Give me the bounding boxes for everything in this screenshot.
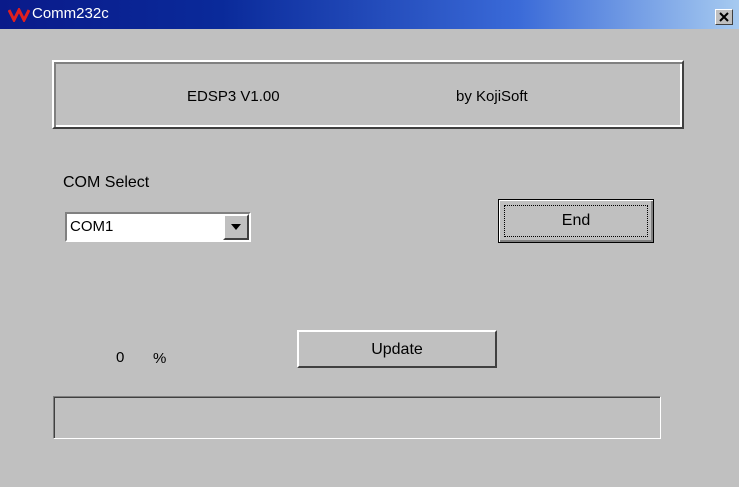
end-button[interactable]: End xyxy=(498,199,654,243)
end-button-label: End xyxy=(561,212,591,229)
window-title: Comm232c xyxy=(32,5,109,22)
info-banner: EDSP3 V1.00 by KojiSoft xyxy=(52,60,684,129)
com-port-value: COM1 xyxy=(70,218,114,235)
update-button-label: Update xyxy=(371,341,423,358)
title-bar[interactable]: Comm232c xyxy=(0,0,739,29)
com-port-select[interactable]: COM1 xyxy=(65,212,251,242)
product-version: EDSP3 V1.00 xyxy=(187,88,280,105)
app-logo-icon xyxy=(7,6,31,24)
dropdown-button[interactable] xyxy=(223,214,249,240)
update-button[interactable]: Update xyxy=(297,330,497,368)
chevron-down-icon xyxy=(231,224,241,230)
app-window: Comm232c EDSP3 V1.00 by KojiSoft COM Sel… xyxy=(0,0,739,487)
close-icon xyxy=(719,12,729,22)
author-credit: by KojiSoft xyxy=(456,88,528,105)
progress-percent-unit: % xyxy=(153,350,167,367)
com-select-label: COM Select xyxy=(63,174,150,191)
progress-percent-value: 0 xyxy=(116,349,125,366)
close-button[interactable] xyxy=(715,9,733,25)
progress-bar xyxy=(53,396,661,439)
